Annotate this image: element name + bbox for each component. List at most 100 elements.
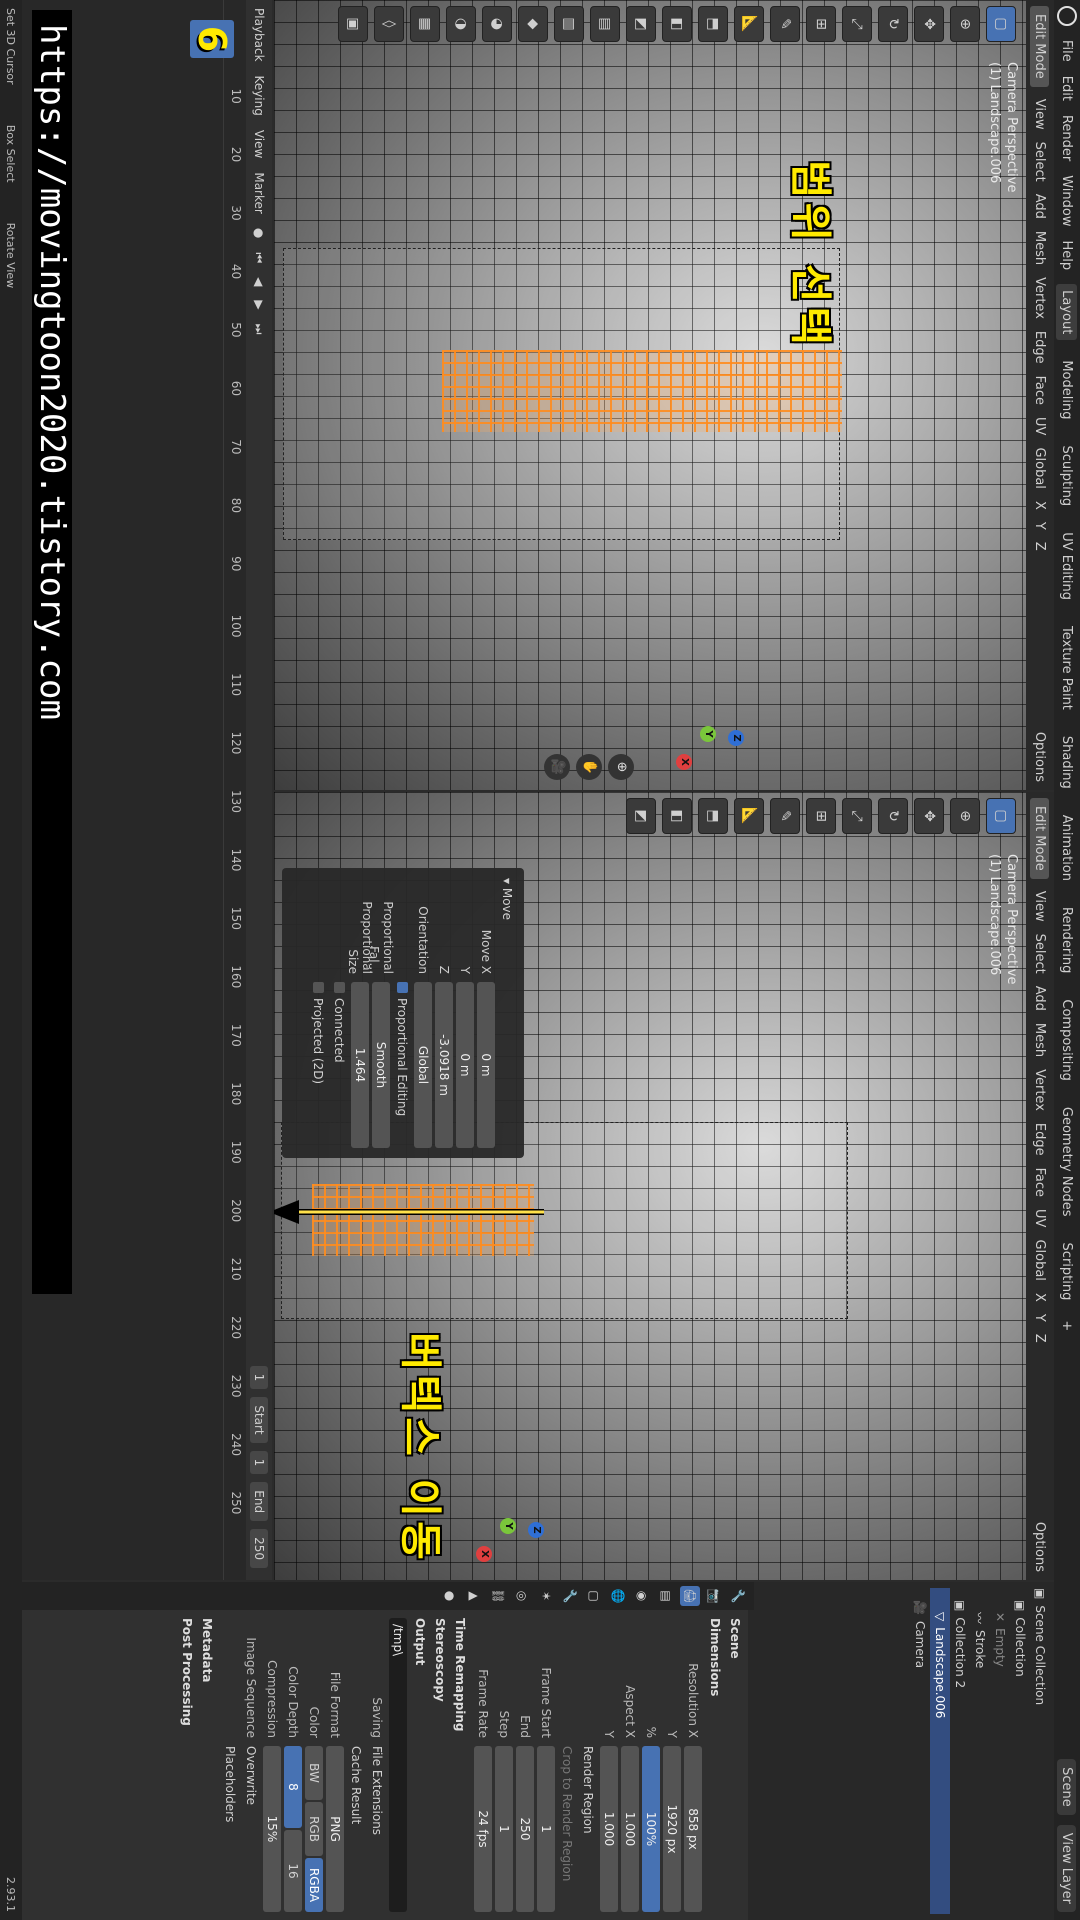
mode-selector[interactable]: Edit Mode [1030,798,1050,879]
cursor-tool-icon[interactable]: ⊕ [950,6,980,42]
axis-z[interactable]: Z [1033,542,1048,551]
jump-start-icon[interactable]: ⏮ [252,252,267,263]
cache-result-checkbox[interactable]: Cache Result [350,1746,364,1824]
orientation-dropdown[interactable]: Global [1033,1239,1048,1280]
menu-face[interactable]: Face [1033,1168,1048,1197]
depth-16-option[interactable]: 16 [284,1830,303,1912]
metadata-section[interactable]: Metadata [200,1618,214,1912]
particles-tab-icon[interactable]: ✶ [536,1586,556,1606]
output-tab-icon[interactable]: 🖨 [680,1586,700,1606]
edge-slide-tool-icon[interactable]: ▦ [410,6,440,42]
gizmo-y-icon[interactable]: Y [700,726,716,742]
jump-end-icon[interactable]: ⏭ [252,324,267,335]
color-rgba-option[interactable]: RGBA [305,1858,324,1912]
move-x-field[interactable]: 0 m [477,982,496,1148]
annotate-tool-icon[interactable]: ✎ [770,798,800,834]
knife-tool-icon[interactable]: ▥ [554,6,584,42]
material-tab-icon[interactable]: ● [440,1586,460,1606]
gizmo-y-icon[interactable]: Y [500,1518,516,1534]
pct-field[interactable]: 100% [642,1746,661,1912]
navigation-gizmo[interactable]: Z Y X [474,1492,544,1562]
view-layer-selector[interactable]: View Layer [1057,1824,1077,1912]
menu-mesh[interactable]: Mesh [1033,231,1048,265]
tab-animation[interactable]: Animation [1057,809,1078,887]
select-box-tool-icon[interactable]: ▢ [986,798,1016,834]
gizmo-z-icon[interactable]: Z [728,730,744,746]
menu-uv[interactable]: UV [1033,417,1048,435]
res-x-field[interactable]: 858 px [684,1746,703,1912]
menu-select[interactable]: Select [1033,934,1048,974]
end-field[interactable]: 250 [516,1746,535,1912]
menu-view[interactable]: View [1033,891,1048,922]
measure-tool-icon[interactable]: 📐 [734,798,764,834]
outliner-row[interactable]: ▣ Collection [1010,1588,1030,1914]
render-tab-icon[interactable]: 📷 [704,1586,724,1606]
spin-tool-icon[interactable]: ◕ [482,6,512,42]
constraints-tab-icon[interactable]: ⛓ [488,1586,508,1606]
tab-compositing[interactable]: Compositing [1057,993,1078,1087]
axis-y[interactable]: Y [1033,522,1048,530]
axis-y[interactable]: Y [1033,1314,1048,1322]
menu-window[interactable]: Window [1060,175,1075,226]
pan-hand-icon[interactable]: ✋ [576,754,602,780]
menu-select[interactable]: Select [1033,142,1048,182]
res-y-field[interactable]: 1920 px [663,1746,682,1912]
file-format-dropdown[interactable]: PNG [326,1746,345,1912]
time-remapping-section[interactable]: Time Remapping [453,1618,467,1912]
menu-vertex[interactable]: Vertex [1033,1069,1048,1111]
transform-tool-icon[interactable]: ⊞ [806,6,836,42]
extrude-tool-icon[interactable]: ⬒ [698,6,728,42]
menu-view[interactable]: View [1033,99,1048,130]
inset-tool-icon[interactable]: ◧ [662,6,692,42]
menu-vertex[interactable]: Vertex [1033,277,1048,319]
move-tool-icon[interactable]: ✥ [914,6,944,42]
object-tab-icon[interactable]: ▢ [584,1586,604,1606]
aspect-x-field[interactable]: 1.000 [621,1746,640,1912]
record-icon[interactable]: ● [252,228,266,238]
gizmo-x-icon[interactable]: X [676,754,692,770]
camera-view-icon[interactable]: 🎥 [544,754,570,780]
poly-build-tool-icon[interactable]: ◆ [518,6,548,42]
view-layer-tab-icon[interactable]: ▤ [656,1586,676,1606]
timeline-editor[interactable]: Playback Keying View Marker ● ⏮ ◀ ▶ ⏭ 1 … [22,0,272,1580]
scene-tab-icon[interactable]: ◉ [632,1586,652,1606]
tab-sculpting[interactable]: Sculpting [1057,439,1078,512]
axis-x[interactable]: X [1033,1293,1048,1302]
color-bw-option[interactable]: BW [305,1746,324,1800]
physics-tab-icon[interactable]: ◎ [512,1586,532,1606]
projected-checkbox[interactable] [313,982,324,993]
output-section[interactable]: Output [413,1618,427,1912]
scene-selector[interactable]: Scene [1057,1759,1077,1815]
outliner-row[interactable]: ▣ Collection 2 [950,1588,970,1914]
tab-geometry-nodes[interactable]: Geometry Nodes [1057,1101,1078,1223]
move-y-field[interactable]: 0 m [456,982,475,1148]
world-tab-icon[interactable]: 🌐 [608,1586,628,1606]
measure-tool-icon[interactable]: 📐 [734,6,764,42]
start-field[interactable]: 1 [250,1450,268,1475]
orientation-dropdown[interactable]: Global [1033,447,1048,488]
axis-z[interactable]: Z [1033,1334,1048,1343]
menu-render[interactable]: Render [1060,115,1075,161]
modifier-tab-icon[interactable]: 🔧 [560,1586,580,1606]
tab-uv-editing[interactable]: UV Editing [1057,526,1078,606]
smooth-tool-icon[interactable]: ◑ [446,6,476,42]
operator-title[interactable]: ▾ Move [497,878,518,1148]
prop-size-field[interactable]: 1.464 [351,982,370,1148]
orientation-field[interactable]: Global [414,982,433,1148]
menu-mesh[interactable]: Mesh [1033,1023,1048,1057]
tool-tab-icon[interactable]: 🔧 [728,1586,748,1606]
inset-tool-icon[interactable]: ◧ [662,798,692,834]
options-dropdown[interactable]: Options [1033,1522,1048,1580]
outliner-scene-collection[interactable]: ▣ Scene Collection [1030,1588,1050,1914]
frame-start-field[interactable]: 1 [537,1746,556,1912]
scale-tool-icon[interactable]: ⤢ [842,798,872,834]
move-tool-icon[interactable]: ✥ [914,798,944,834]
gizmo-z-icon[interactable]: Z [528,1522,544,1538]
loop-cut-tool-icon[interactable]: ▤ [590,6,620,42]
frame-rate-dropdown[interactable]: 24 fps [474,1746,493,1912]
menu-view[interactable]: View [252,130,266,158]
axis-x[interactable]: X [1033,501,1048,510]
rip-tool-icon[interactable]: ▣ [338,6,368,42]
menu-uv[interactable]: UV [1033,1209,1048,1227]
menu-face[interactable]: Face [1033,376,1048,405]
